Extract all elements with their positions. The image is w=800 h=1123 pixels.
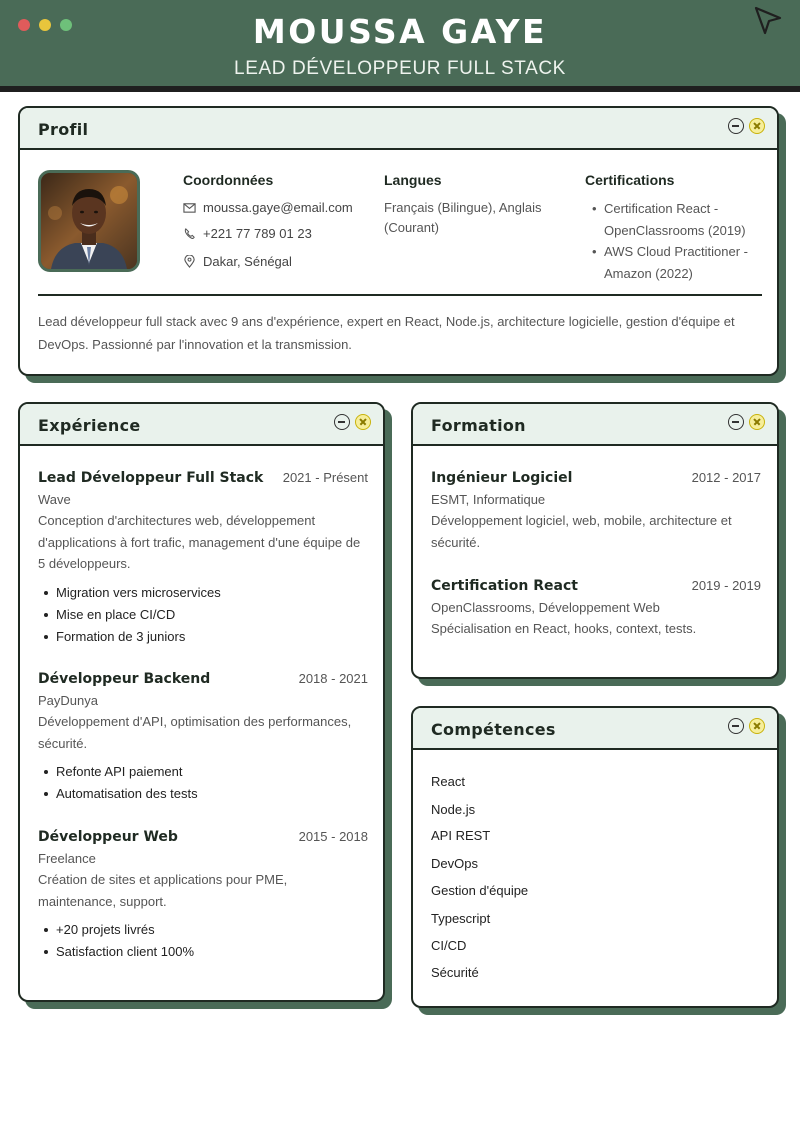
skill-item: DevOps [431,856,478,871]
portrait-image [41,173,137,269]
certification-item: AWS Cloud Practitioner - Amazon (2022) [587,241,767,284]
location-pin-icon [184,255,195,268]
experience-card: Expérience Lead Développeur Full Stack 2… [18,402,385,1002]
profile-photo [38,170,140,272]
job-company: Wave [38,492,71,507]
certifications-title: Certifications [585,172,675,188]
competences-card: Compétences React Node.js API REST DevOp… [411,706,779,1008]
phone-line: +221 77 789 01 23 [183,226,312,241]
degree-date: 2019 - 2019 [691,578,761,593]
languages-value: Français (Bilingue), Anglais (Courant) [384,200,542,235]
job-achievements: Refonte API paiement Automatisation des … [38,761,368,805]
close-icon[interactable] [749,414,765,430]
profil-divider [38,294,762,296]
location-value: Dakar, Sénégal [203,254,292,269]
phone-icon [184,228,195,239]
card-controls [728,118,765,134]
minimize-icon[interactable] [728,718,744,734]
achievement-item: Mise en place CI/CD [38,604,368,626]
minimize-icon[interactable] [334,414,350,430]
competences-title: Compétences [431,720,556,739]
job-company: PayDunya [38,693,98,708]
achievement-item: Automatisation des tests [38,783,368,805]
minimize-icon[interactable] [728,414,744,430]
achievement-item: Formation de 3 juniors [38,626,368,648]
close-icon[interactable] [749,718,765,734]
degree-description: Développement logiciel, web, mobile, arc… [431,513,732,550]
experience-entry: Lead Développeur Full Stack 2021 - Prése… [38,470,368,648]
formation-card: Formation Ingénieur Logiciel 2012 - 2017… [411,402,779,679]
candidate-name: MOUSSA GAYE [252,12,548,51]
achievement-item: +20 projets livrés [38,919,368,941]
competences-card-header: Compétences [413,708,777,750]
skill-item: React [431,774,465,789]
candidate-role: LEAD DÉVELOPPEUR FULL STACK [234,58,566,79]
job-description: Conception d'architectures web, développ… [38,513,361,571]
skill-item: Typescript [431,911,491,926]
skill-item: Gestion d'équipe [431,883,529,898]
degree-school: OpenClassrooms, Développement Web [431,600,660,615]
degree-date: 2012 - 2017 [691,470,761,485]
job-description: Création de sites et applications pour P… [38,872,288,909]
job-date: 2018 - 2021 [298,671,368,686]
header-banner: MOUSSA GAYE LEAD DÉVELOPPEUR FULL STACK [0,0,800,92]
cursor-icon [754,6,782,35]
experience-title: Expérience [38,416,141,435]
profil-card: Profil Coordonnées moussa.gaye@email.com… [18,106,779,376]
profile-summary: Lead développeur full stack avec 9 ans d… [38,314,735,352]
skill-item: API REST [431,828,491,843]
job-company: Freelance [38,851,96,866]
minimize-icon[interactable] [728,118,744,134]
degree-school: ESMT, Informatique [431,492,546,507]
contact-title: Coordonnées [183,172,274,188]
skill-item: Node.js [431,802,476,817]
experience-entry: Développeur Web 2015 - 2018 Freelance Cr… [38,829,368,963]
achievement-item: Migration vers microservices [38,582,368,604]
certifications-list: Certification React - OpenClassrooms (20… [587,198,767,284]
close-icon[interactable] [355,414,371,430]
profil-card-header: Profil [20,108,777,150]
profil-title: Profil [38,120,89,139]
education-entry: Ingénieur Logiciel 2012 - 2017 ESMT, Inf… [431,470,761,553]
degree-description: Spécialisation en React, hooks, context,… [431,621,697,636]
experience-card-header: Expérience [20,404,383,446]
job-achievements: Migration vers microservices Mise en pla… [38,582,368,648]
close-icon[interactable] [749,118,765,134]
mail-icon [183,203,196,213]
achievement-item: Refonte API paiement [38,761,368,783]
email-line: moussa.gaye@email.com [183,200,353,215]
languages-title: Langues [384,172,442,188]
formation-card-header: Formation [413,404,777,446]
experience-entry: Développeur Backend 2018 - 2021 PayDunya… [38,671,368,805]
skill-item: CI/CD [431,938,467,953]
education-entry: Certification React 2019 - 2019 OpenClas… [431,578,761,640]
job-date: 2015 - 2018 [298,829,368,844]
achievement-item: Satisfaction client 100% [38,941,368,963]
certification-item: Certification React - OpenClassrooms (20… [587,198,767,241]
location-line: Dakar, Sénégal [183,254,292,269]
skill-item: Sécurité [431,965,479,980]
phone-value[interactable]: +221 77 789 01 23 [203,226,312,241]
job-description: Développement d'API, optimisation des pe… [38,714,352,751]
formation-title: Formation [431,416,526,435]
card-controls [728,718,765,734]
card-controls [728,414,765,430]
job-date: 2021 - Présent [282,470,368,485]
email-value[interactable]: moussa.gaye@email.com [203,200,353,215]
card-controls [334,414,371,430]
job-achievements: +20 projets livrés Satisfaction client 1… [38,919,368,963]
